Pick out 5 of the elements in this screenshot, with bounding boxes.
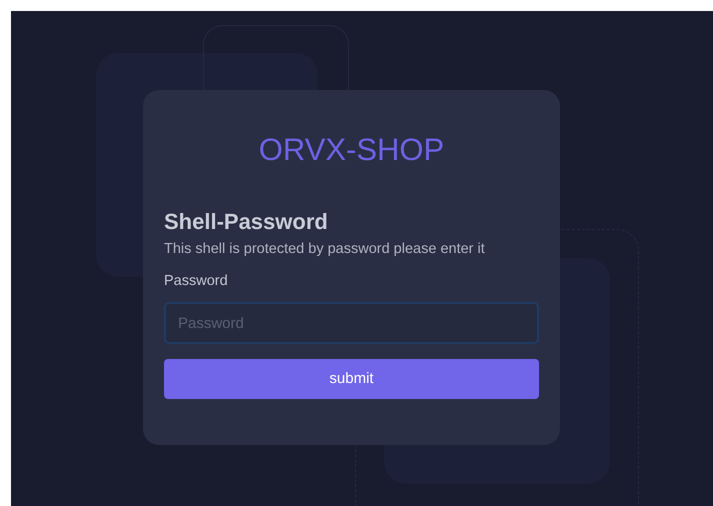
heading: Shell-Password	[164, 208, 329, 236]
submit-button[interactable]: submit	[164, 359, 539, 399]
field-label: Password	[164, 272, 229, 291]
description: This shell is protected by password please enter it	[164, 240, 486, 259]
shop-title: ORVX-SHOP	[258, 131, 446, 169]
